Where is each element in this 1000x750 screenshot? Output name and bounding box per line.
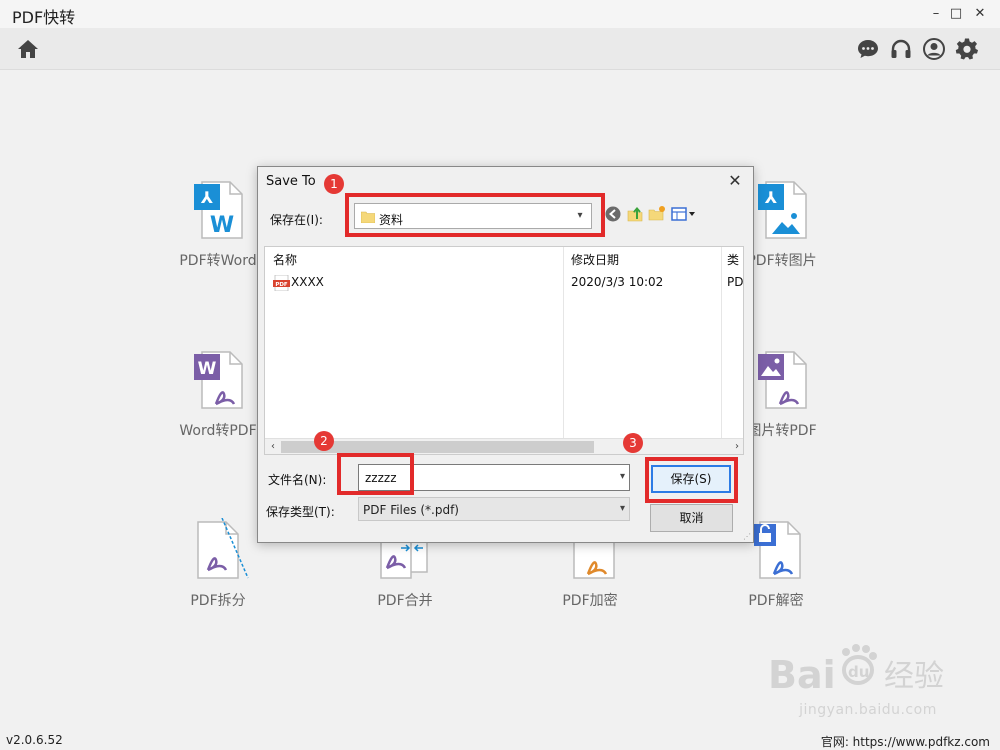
close-button[interactable]: ✕ (970, 4, 990, 24)
word-to-pdf-icon: W (194, 351, 243, 409)
tool-label: PDF加密 (562, 593, 618, 609)
pdf-split-icon (197, 518, 249, 579)
baidu-paw-logo: Bai du 经验 (768, 644, 944, 697)
svg-text:W: W (210, 213, 234, 238)
pdf-to-word-icon: ⅄ W (194, 181, 243, 239)
annotation-box-filename (337, 453, 414, 495)
app-title: PDF快转 (12, 8, 76, 27)
cancel-button[interactable]: 取消 (650, 504, 733, 532)
svg-text:du: du (848, 663, 869, 681)
website-link[interactable]: 官网: https://www.pdfkz.com (821, 733, 990, 750)
horizontal-scrollbar[interactable]: ‹ › (265, 438, 743, 454)
back-icon[interactable] (604, 205, 622, 223)
image-to-pdf-icon (758, 351, 807, 409)
tool-label: PDF拆分 (190, 593, 246, 609)
file-list: ^ 名称 修改日期 类 PDF XXXX 2020/3/3 10:02 PD ‹… (264, 246, 744, 455)
home-icon[interactable] (16, 37, 40, 61)
svg-text:W: W (198, 359, 217, 379)
file-type: PD (727, 275, 744, 289)
save-in-label: 保存在(I): (270, 213, 323, 227)
pdf-file-icon: PDF (273, 275, 290, 291)
user-icon[interactable] (922, 37, 946, 61)
resize-grip-icon[interactable]: ⋰ (743, 532, 751, 541)
svg-text:PDF: PDF (275, 282, 288, 288)
dialog-title: Save To (266, 174, 316, 189)
svg-text:Bai: Bai (768, 653, 836, 697)
watermark-url: jingyan.baidu.com (799, 702, 937, 718)
baidu-watermark: Bai du 经验 jingyan.baidu.com (768, 640, 968, 730)
scroll-right-icon[interactable]: › (731, 441, 743, 453)
filetype-combo[interactable]: PDF Files (*.pdf) ▾ (358, 497, 630, 521)
chevron-down-icon[interactable]: ▾ (620, 471, 625, 482)
minimize-button[interactable]: – (926, 4, 946, 24)
app-titlebar: PDF快转 – □ ✕ (0, 0, 1000, 28)
chat-icon[interactable] (856, 37, 880, 61)
filetype-value: PDF Files (*.pdf) (363, 503, 459, 517)
svg-text:经验: 经验 (884, 659, 944, 694)
filename-label: 文件名(N): (268, 473, 327, 487)
dialog-close-button[interactable]: ✕ (725, 171, 745, 191)
filetype-label: 保存类型(T): (266, 505, 335, 519)
chevron-down-icon[interactable]: ▾ (620, 503, 625, 514)
column-divider (721, 247, 722, 439)
view-menu-icon[interactable] (670, 205, 698, 223)
maximize-button[interactable]: □ (946, 4, 966, 24)
annotation-box-save (645, 457, 738, 503)
column-header-name[interactable]: 名称 (273, 251, 297, 268)
file-date: 2020/3/3 10:02 (571, 275, 664, 289)
pdf-to-image-icon: ⅄ (758, 181, 807, 239)
annotation-box-folder (345, 193, 605, 237)
file-name: XXXX (291, 275, 324, 289)
up-folder-icon[interactable] (626, 205, 644, 223)
app-toolbar (0, 28, 1000, 70)
tool-label: PDF解密 (748, 593, 804, 609)
annotation-number: 1 (324, 174, 344, 194)
gear-icon[interactable] (955, 37, 979, 61)
annotation-number: 3 (623, 433, 643, 453)
scroll-left-icon[interactable]: ‹ (267, 441, 279, 453)
column-header-type[interactable]: 类 (727, 251, 739, 268)
status-bar: v2.0.6.52 官网: https://www.pdfkz.com (0, 730, 1000, 750)
svg-text:⅄: ⅄ (200, 188, 213, 207)
headset-icon[interactable] (889, 37, 913, 61)
column-divider (563, 247, 564, 439)
sort-up-icon: ^ (412, 246, 421, 254)
new-folder-icon[interactable] (648, 205, 666, 223)
tool-label: PDF合并 (377, 593, 433, 609)
annotation-number: 2 (314, 431, 334, 451)
svg-text:⅄: ⅄ (764, 188, 777, 207)
column-header-date[interactable]: 修改日期 (571, 251, 619, 268)
version-label: v2.0.6.52 (6, 733, 63, 747)
